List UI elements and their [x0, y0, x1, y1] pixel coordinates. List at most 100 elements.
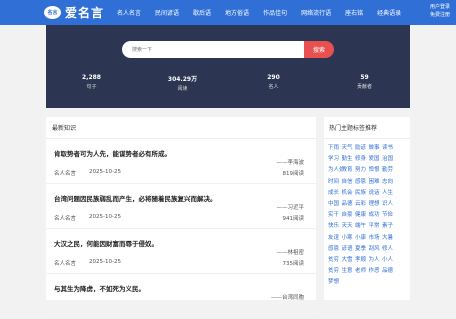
tag-link[interactable]: 市场 — [369, 233, 383, 244]
nav-item[interactable]: 经典语录 — [370, 8, 408, 17]
tag-link[interactable]: 做事 — [369, 143, 383, 154]
search-bar: 搜索 — [122, 41, 334, 58]
tag-link[interactable]: 成长 — [328, 188, 342, 199]
tag-link[interactable]: 修人 — [382, 244, 396, 255]
entry-date: 2025-10-25 — [89, 259, 121, 265]
quote-link[interactable]: 与其生为降虏，不如死为义民。 — [54, 283, 145, 293]
tag-link[interactable]: 努力 — [355, 165, 369, 176]
tag-link[interactable]: 学习 — [328, 154, 342, 165]
search-input[interactable] — [122, 41, 304, 58]
tag-link[interactable]: 贫穷 — [328, 255, 342, 266]
tag-link[interactable]: 人生 — [382, 188, 396, 199]
tag-link[interactable]: 平常 — [369, 221, 383, 232]
logo-text: 爱名言 — [65, 6, 105, 20]
entry-reads: 819阅读 — [282, 171, 305, 177]
tag-link[interactable]: 健康 — [355, 210, 369, 221]
tag-link[interactable]: 大雪 — [342, 255, 356, 266]
tag-link[interactable]: 小寒 — [342, 233, 356, 244]
hero-banner: 搜索 2,288 句子 304.29万 阅读 290 名人 59 贡献者 — [46, 25, 410, 108]
tag-link[interactable]: 勤劳 — [382, 165, 396, 176]
tag-link[interactable]: 说话 — [369, 188, 383, 199]
search-button[interactable]: 搜索 — [304, 41, 334, 58]
tag-link[interactable]: 老师 — [355, 266, 369, 277]
tag-link[interactable]: 下雨 — [328, 143, 342, 154]
tag-link[interactable]: 友谊 — [328, 233, 342, 244]
tag-link[interactable]: 谚语 — [342, 244, 356, 255]
tag-link[interactable]: 成功 — [369, 210, 383, 221]
entry-category[interactable]: 名人名言 — [54, 259, 76, 267]
register-link[interactable]: 免费注册 — [430, 11, 450, 19]
tag-link[interactable]: 修身 — [355, 154, 369, 165]
logo-badge-icon: 名言 — [44, 6, 61, 19]
top-navbar: 名言 爱名言 名人名言 民间谚语 歇后语 地方俗语 作品佳句 网络流行语 座右铭… — [0, 0, 456, 25]
tag-link[interactable]: 民族 — [355, 188, 369, 199]
quote-author[interactable]: ——李海波 — [276, 158, 304, 166]
tag-link[interactable]: 品德 — [342, 199, 356, 210]
tag-link[interactable]: 大暑 — [382, 233, 396, 244]
tag-link[interactable]: 孝顺 — [355, 255, 369, 266]
tag-link[interactable]: 时间 — [328, 177, 342, 188]
tag-link[interactable]: 教育 — [342, 165, 356, 176]
stat-label: 贡献者 — [356, 84, 372, 90]
quote-author[interactable]: ——林祖密 — [276, 248, 304, 256]
tag-link[interactable]: 读书 — [382, 143, 396, 154]
quote-author[interactable]: ——习近平 — [276, 203, 304, 211]
nav-item[interactable]: 歇后语 — [186, 8, 218, 17]
nav-item[interactable]: 网络流行语 — [294, 8, 338, 17]
login-link[interactable]: 用户登录 — [430, 3, 450, 11]
nav-item[interactable]: 座右铭 — [338, 8, 370, 17]
tag-link[interactable]: 天气 — [342, 143, 356, 154]
tag-link[interactable]: 快乐 — [328, 221, 342, 232]
tag-link[interactable]: 素子 — [382, 221, 396, 232]
tag-link[interactable]: 端午 — [355, 221, 369, 232]
quote-link[interactable]: 肯取势者可为人先，能谋势者必有所成。 — [54, 148, 171, 158]
nav-item[interactable]: 民间谚语 — [148, 8, 186, 17]
tag-link[interactable]: 小人 — [382, 255, 396, 266]
tag-link[interactable]: 自信 — [342, 177, 356, 188]
tag-link[interactable]: 感恩 — [355, 177, 369, 188]
tag-link[interactable]: 作恶 — [369, 266, 383, 277]
hot-tags-panel: 热门主题标签推荐 下雨天气励谚做事读书学习勤生修身爱国治国为人处世教育努力憎恨勤… — [324, 117, 410, 300]
tag-link[interactable]: 梦想 — [328, 277, 342, 288]
tag-link[interactable]: 云彩 — [355, 199, 369, 210]
entry-category[interactable]: 名人名言 — [54, 169, 76, 177]
entry-date: 2025-10-25 — [89, 214, 121, 220]
quote-link[interactable]: 大汉之民，何能因财富而辱于侵奴。 — [54, 238, 158, 248]
tag-link[interactable]: 憎恨 — [369, 165, 383, 176]
tag-link[interactable]: 小康 — [355, 233, 369, 244]
user-links: 用户登录 免费注册 — [430, 3, 450, 19]
nav-item[interactable]: 作品佳句 — [256, 8, 294, 17]
tag-link[interactable]: 励谚 — [355, 143, 369, 154]
list-item: 肯取势者可为人先，能谋势者必有所成。 ——李海波 名人名言 2025-10-25… — [46, 139, 316, 184]
tag-link[interactable]: 机会 — [342, 188, 356, 199]
entry-category[interactable]: 名人名言 — [54, 214, 76, 222]
tag-link[interactable]: 节俭 — [382, 210, 396, 221]
nav-item[interactable]: 名人名言 — [110, 8, 148, 17]
tag-link[interactable]: 天天 — [342, 221, 356, 232]
tag-link[interactable]: 自豪 — [342, 210, 356, 221]
tag-link[interactable]: 为人 — [369, 255, 383, 266]
tag-link[interactable]: 志向 — [382, 177, 396, 188]
stat-value: 2,288 — [82, 74, 101, 81]
stat-label: 句子 — [86, 84, 97, 90]
tag-link[interactable]: 感恩 — [328, 244, 342, 255]
quote-link[interactable]: 台湾问题因民族弱乱而产生，必将随着民族复兴而解决。 — [54, 193, 217, 203]
panel-title: 最新知识 — [46, 117, 316, 139]
tag-link[interactable]: 理想 — [369, 199, 383, 210]
tag-link[interactable]: 治国 — [382, 154, 396, 165]
tag-link[interactable]: 实干 — [328, 210, 342, 221]
tag-link[interactable]: 勤生 — [342, 154, 356, 165]
tag-link[interactable]: 爱国 — [369, 154, 383, 165]
list-item: 台湾问题因民族弱乱而产生，必将随着民族复兴而解决。 ——习近平 名人名言 202… — [46, 184, 316, 229]
tag-link[interactable]: 生意 — [342, 266, 356, 277]
tag-link[interactable]: 夏季 — [355, 244, 369, 255]
tag-link[interactable]: 为人处世 — [328, 165, 342, 176]
nav-item[interactable]: 地方俗语 — [218, 8, 256, 17]
tag-link[interactable]: 困难 — [369, 177, 383, 188]
tag-link[interactable]: 中国 — [328, 199, 342, 210]
tag-link[interactable]: 贫穷 — [328, 266, 342, 277]
tag-link[interactable]: 识人 — [382, 199, 396, 210]
tag-link[interactable]: 品德 — [382, 266, 396, 277]
tag-link[interactable]: 刮风 — [369, 244, 383, 255]
site-logo[interactable]: 名言 爱名言 — [44, 4, 106, 21]
